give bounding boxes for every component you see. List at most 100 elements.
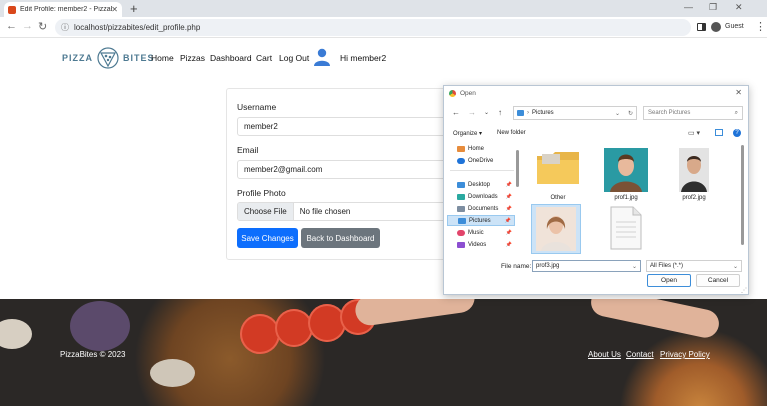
- pin-icon: 📌: [505, 181, 512, 188]
- file-name: Other: [550, 195, 566, 201]
- sidebar-item-downloads[interactable]: Downloads 📌: [447, 191, 515, 202]
- filename-dropdown-icon[interactable]: ⌄: [632, 263, 637, 270]
- dialog-back-icon[interactable]: ←: [452, 108, 460, 117]
- cloud-icon: [457, 157, 465, 164]
- filetype-dropdown-icon[interactable]: ⌄: [733, 263, 738, 270]
- sidebar-item-onedrive[interactable]: OneDrive: [447, 155, 515, 166]
- dialog-close-icon[interactable]: ✕: [735, 88, 742, 97]
- sidebar-item-videos[interactable]: Videos 📌: [447, 239, 515, 250]
- nav-logout[interactable]: Log Out: [279, 53, 309, 63]
- sidebar-item-pictures[interactable]: Pictures 📌: [447, 215, 515, 226]
- copyright-text: PizzaBites © 2023: [60, 350, 126, 359]
- music-icon: [457, 229, 465, 236]
- dialog-search-placeholder: Search Pictures: [648, 110, 691, 116]
- sidebar-scrollbar[interactable]: [516, 150, 519, 187]
- file-item-prof3[interactable]: [531, 204, 581, 254]
- file-item-prof2[interactable]: prof2.jpg: [669, 146, 719, 208]
- filetype-select[interactable]: All Files (*.*) ⌄: [646, 260, 742, 272]
- organize-menu[interactable]: Organize ▾: [453, 130, 482, 137]
- side-panel-icon[interactable]: [697, 23, 706, 31]
- back-to-dashboard-button[interactable]: Back to Dashboard: [301, 228, 380, 248]
- profile-avatar-icon[interactable]: [711, 22, 721, 32]
- dialog-address-bar[interactable]: › Pictures ⌄ ↻: [513, 106, 637, 120]
- file-item-document[interactable]: [601, 204, 651, 254]
- sidebar-label: Videos: [468, 241, 487, 248]
- recent-locations-icon[interactable]: ⌄: [484, 109, 489, 116]
- username-field[interactable]: member2: [237, 117, 457, 136]
- nav-cart[interactable]: Cart: [256, 53, 272, 63]
- new-folder-button[interactable]: New folder: [497, 130, 526, 136]
- path-dropdown-icon[interactable]: ⌄: [615, 110, 620, 117]
- dialog-search-field[interactable]: Search Pictures ⌕: [643, 106, 743, 120]
- file-name: prof2.jpg: [682, 195, 706, 201]
- up-folder-icon[interactable]: ↑: [498, 108, 502, 117]
- sidebar-label: Documents: [468, 205, 499, 212]
- onion-decoration: [70, 301, 130, 351]
- photo-thumbnail-icon: [604, 148, 648, 192]
- filename-field[interactable]: prof3.jpg ⌄: [532, 260, 641, 272]
- new-tab-button[interactable]: +: [130, 1, 138, 16]
- breadcrumb-separator: ›: [527, 110, 529, 116]
- site-footer: PizzaBites © 2023 About Us Contact Priva…: [0, 299, 767, 406]
- footer-link-privacy[interactable]: Privacy Policy: [660, 350, 710, 359]
- sidebar-item-home[interactable]: Home: [447, 143, 515, 154]
- videos-icon: [457, 241, 465, 248]
- nav-home[interactable]: Home: [151, 53, 174, 63]
- browser-tab[interactable]: Edit Profile: member2 - PizzaBites ✕: [4, 2, 122, 17]
- email-label: Email: [237, 145, 259, 155]
- file-item-other[interactable]: Other: [533, 146, 583, 208]
- menu-kebab-icon[interactable]: ⋮: [755, 20, 766, 33]
- save-changes-button[interactable]: Save Changes: [237, 228, 298, 248]
- filetype-value: All Files (*.*): [650, 263, 684, 269]
- home-icon: [457, 145, 465, 152]
- sidebar-label: Music: [468, 229, 484, 236]
- sidebar-item-desktop[interactable]: Desktop 📌: [447, 179, 515, 190]
- site-logo[interactable]: PIZZA BITES: [62, 47, 155, 69]
- footer-link-contact[interactable]: Contact: [626, 350, 654, 359]
- pin-icon: 📌: [505, 229, 512, 236]
- garlic-decoration: [150, 359, 195, 387]
- dialog-titlebar: Open: [444, 86, 748, 100]
- cancel-button[interactable]: Cancel: [696, 274, 740, 287]
- documents-icon: [457, 205, 465, 212]
- view-options-icon[interactable]: ▭ ▾: [688, 129, 700, 137]
- minimize-icon[interactable]: —: [684, 2, 693, 12]
- pin-icon: 📌: [505, 205, 512, 212]
- profile-photo-input[interactable]: Choose File No file chosen: [237, 202, 457, 221]
- forward-arrow-icon[interactable]: →: [22, 20, 33, 32]
- pictures-folder-icon: [517, 110, 524, 116]
- dialog-title: Open: [460, 89, 476, 97]
- profile-label[interactable]: Guest: [725, 23, 744, 30]
- resize-grip-icon[interactable]: ⋰: [741, 287, 747, 294]
- address-bar[interactable]: ⓘ localhost/pizzabites/edit_profile.php: [55, 19, 691, 36]
- tomato-slice: [240, 314, 280, 354]
- email-field[interactable]: member2@gmail.com: [237, 160, 457, 179]
- sidebar-label: Downloads: [468, 193, 498, 200]
- footer-link-about[interactable]: About Us: [588, 350, 621, 359]
- nav-pizzas[interactable]: Pizzas: [180, 53, 205, 63]
- open-button[interactable]: Open: [647, 274, 691, 287]
- help-icon[interactable]: ?: [733, 129, 741, 137]
- photo-thumbnail-icon: [536, 207, 576, 251]
- maximize-icon[interactable]: ❐: [709, 2, 717, 13]
- files-scrollbar[interactable]: [741, 145, 744, 245]
- dialog-forward-icon[interactable]: →: [468, 108, 476, 117]
- tomato-slice: [275, 309, 313, 347]
- info-icon[interactable]: ⓘ: [61, 22, 69, 33]
- dialog-refresh-icon[interactable]: ↻: [628, 110, 633, 117]
- file-open-dialog: Open ✕ ← → ⌄ ↑ › Pictures ⌄ ↻ Search Pic…: [443, 85, 749, 295]
- file-item-prof1[interactable]: prof1.jpg: [601, 146, 651, 208]
- reload-icon[interactable]: ↻: [38, 20, 47, 33]
- preview-pane-icon[interactable]: [715, 129, 723, 136]
- close-window-icon[interactable]: ✕: [735, 2, 743, 13]
- back-arrow-icon[interactable]: ←: [6, 20, 17, 32]
- dialog-path: Pictures: [532, 110, 554, 116]
- choose-file-button[interactable]: Choose File: [238, 203, 294, 220]
- sidebar-item-music[interactable]: Music 📌: [447, 227, 515, 238]
- close-tab-icon[interactable]: ✕: [111, 5, 118, 14]
- nav-dashboard[interactable]: Dashboard: [210, 53, 252, 63]
- user-avatar-icon: [314, 48, 330, 66]
- tab-strip: Edit Profile: member2 - PizzaBites ✕ + —…: [0, 0, 767, 17]
- download-icon: [457, 193, 465, 200]
- sidebar-item-documents[interactable]: Documents 📌: [447, 203, 515, 214]
